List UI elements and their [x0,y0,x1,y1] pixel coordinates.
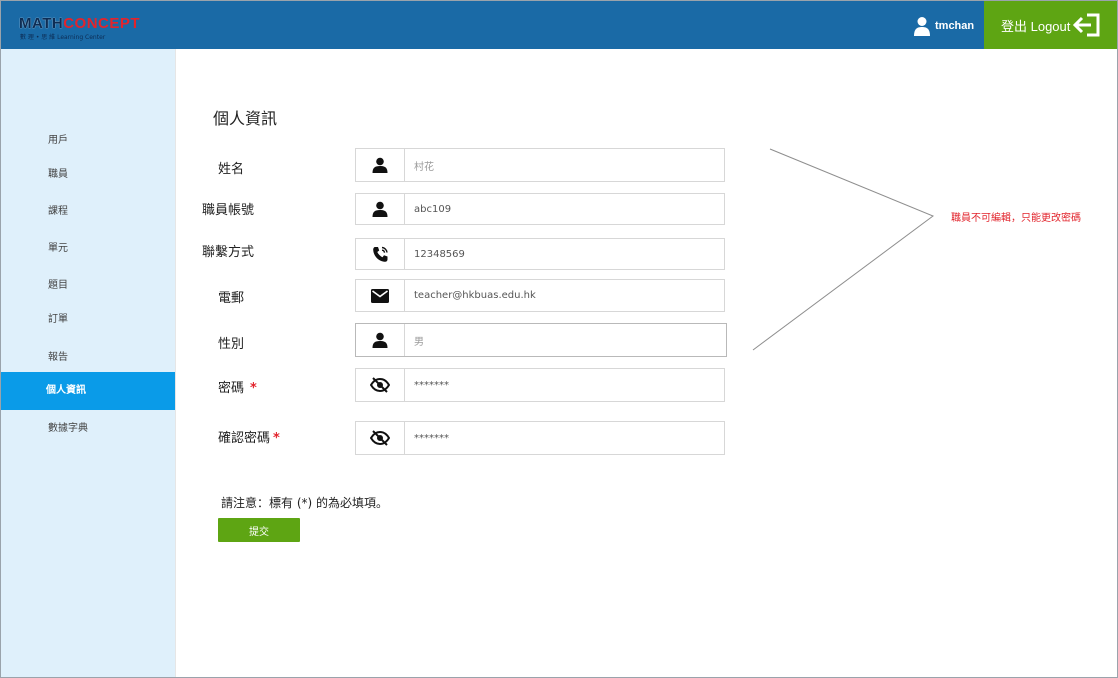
logout-icon [1073,13,1100,37]
toggle-password-visibility[interactable] [356,369,405,401]
eye-off-icon [370,430,390,446]
sidebar-item-data-dictionary[interactable]: 數據字典 [1,410,175,448]
sidebar-item-profile[interactable]: 個人資訊 [1,372,175,410]
user-icon [372,201,388,217]
confirm-password-label: 確認密碼 * [218,431,280,446]
staff-account-label: 職員帳號 [202,203,255,218]
name-field: 村花 [355,148,725,182]
logo-subtitle: 數 理 • 思 維 Learning Center [20,34,106,41]
required-mark: * [273,431,280,446]
sidebar: 用戶 職員 課程 單元 題目 訂單 報告 個人資訊 數據字典 [1,49,175,677]
app-window: MATHCONCEPT 數 理 • 思 維 Learning Center tm… [0,0,1118,678]
contact-field: 12348569 [355,238,725,270]
confirm-password-field[interactable]: ******* [355,421,725,455]
gender-value: 男 [414,336,424,348]
sidebar-item-orders[interactable]: 訂單 [1,301,175,339]
user-avatar-icon [914,17,930,36]
annotation-note: 職員不可編輯，只能更改密碼 [951,213,1081,224]
logout-button[interactable]: 登出 Logout [984,1,1117,49]
required-mark: * [250,381,257,396]
contact-label: 聯繫方式 [202,245,255,260]
logo-text-concept: CONCEPT [63,15,141,32]
sidebar-item-units[interactable]: 單元 [1,230,175,268]
user-menu[interactable]: tmchan [913,15,974,37]
confirm-password-value: ******* [414,432,449,444]
sidebar-item-users[interactable]: 用戶 [1,122,175,160]
toggle-confirm-password-visibility[interactable] [356,422,405,454]
password-field[interactable]: ******* [355,368,725,402]
required-note: 請注意：標有 (*) 的為必填項。 [221,496,388,510]
name-value: 村花 [414,161,434,173]
annotation-callout-lines [752,148,935,351]
contact-value: 12348569 [414,248,465,260]
mail-icon [371,288,389,303]
password-value: ******* [414,379,449,391]
user-icon [372,332,388,348]
eye-off-icon [370,377,390,393]
email-value: teacher@hkbuas.edu.hk [414,290,536,301]
phone-icon [372,246,388,262]
page-title: 個人資訊 [213,109,278,128]
sidebar-item-courses[interactable]: 課程 [1,193,175,231]
logo-text-math: MATH [19,15,64,32]
password-label: 密碼 * [218,381,257,396]
username: tmchan [935,20,975,32]
staff-account-value: abc109 [414,203,452,215]
gender-field: 男 [355,323,727,357]
logout-label: 登出 Logout [1001,18,1071,34]
name-label: 姓名 [218,162,245,177]
logo[interactable]: MATHCONCEPT 數 理 • 思 維 Learning Center [19,15,140,41]
main-content: 個人資訊 姓名 村花 職員帳號 abc109 聯繫方式 12348569 電郵 … [175,49,1117,677]
sidebar-item-questions[interactable]: 題目 [1,267,175,305]
email-label: 電郵 [218,291,245,306]
user-icon [372,157,388,173]
staff-account-field: abc109 [355,193,725,225]
email-field: teacher@hkbuas.edu.hk [355,279,725,312]
sidebar-item-staff[interactable]: 職員 [1,156,175,194]
submit-button[interactable]: 提交 [218,518,300,542]
top-bar: MATHCONCEPT 數 理 • 思 維 Learning Center tm… [1,1,1117,49]
gender-label: 性別 [218,337,245,352]
